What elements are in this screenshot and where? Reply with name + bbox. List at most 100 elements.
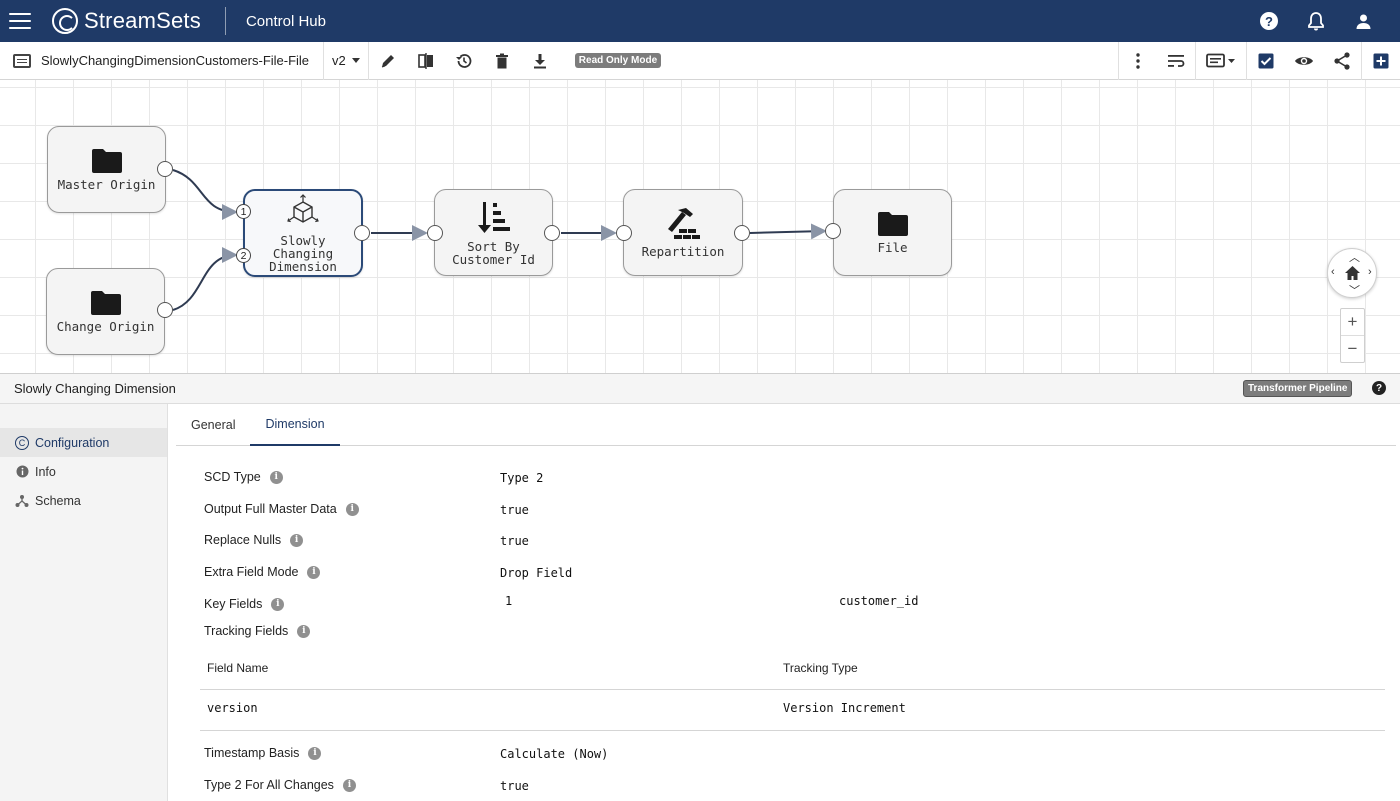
compare-icon[interactable] (407, 42, 445, 80)
info-icon[interactable]: i (271, 597, 285, 611)
field-value[interactable]: Calculate (Now) (500, 747, 608, 761)
version-select[interactable]: v2 (332, 53, 360, 68)
help-icon[interactable]: ? (1259, 11, 1279, 31)
key-field-value[interactable]: customer_id (839, 594, 918, 608)
stage-label: Master Origin (57, 177, 156, 192)
chevron-up-icon[interactable]: ︿ (1349, 249, 1360, 265)
field-value[interactable]: Type 2 (500, 471, 543, 485)
validate-icon[interactable] (1247, 42, 1285, 80)
field-value[interactable]: true (500, 503, 529, 517)
edit-icon[interactable] (369, 42, 407, 80)
input-port-1[interactable]: 1 (236, 204, 251, 219)
add-stage-icon[interactable] (1362, 42, 1400, 80)
output-port[interactable] (544, 225, 560, 241)
input-port-2[interactable]: 2 (236, 248, 251, 263)
field-label: Extra Field Mode (204, 565, 299, 579)
info-icon[interactable]: i (307, 565, 321, 579)
user-icon[interactable] (1353, 11, 1373, 31)
logo[interactable]: StreamSets (52, 8, 201, 34)
cube-icon (287, 193, 319, 223)
stage-master-origin[interactable]: Master Origin (47, 126, 166, 213)
output-port[interactable] (157, 302, 173, 318)
field-label: Tracking Fields (204, 624, 289, 638)
panel-title: Slowly Changing Dimension (14, 381, 176, 396)
field-scd-type: SCD Type i (204, 470, 283, 484)
tracking-field-name[interactable]: version (207, 701, 258, 715)
hammer-icon (668, 208, 700, 239)
stage-label: File (877, 240, 908, 255)
delete-icon[interactable] (483, 42, 521, 80)
info-icon[interactable]: i (297, 624, 311, 638)
field-value[interactable]: true (500, 534, 529, 548)
version-label: v2 (332, 53, 346, 68)
stage-sort-by-customer-id[interactable]: Sort By Customer Id (434, 189, 553, 276)
tracking-field-type[interactable]: Version Increment (783, 701, 906, 715)
info-icon[interactable]: i (345, 502, 359, 516)
chevron-down-icon (351, 58, 360, 63)
pipeline-type-badge: Transformer Pipeline (1243, 380, 1353, 397)
read-only-badge: Read Only Mode (574, 53, 662, 68)
chevron-down-icon[interactable]: ﹀ (1349, 282, 1360, 298)
more-icon[interactable] (1119, 42, 1157, 80)
field-key-fields: Key Fields i (204, 597, 285, 611)
home-icon[interactable] (1344, 265, 1361, 281)
stage-slowly-changing-dimension[interactable]: Slowly Changing Dimension (243, 189, 363, 277)
field-replace-nulls: Replace Nulls i (204, 533, 304, 547)
sidebar-item-label: Configuration (35, 435, 110, 450)
output-port[interactable] (734, 225, 750, 241)
chevron-left-icon[interactable]: ‹ (1331, 266, 1335, 278)
help-icon[interactable]: ? (1372, 381, 1386, 395)
pipeline-canvas[interactable]: Master Origin Change Origin Slowly Chang… (0, 80, 1400, 374)
bell-icon[interactable] (1306, 11, 1326, 31)
stage-file[interactable]: File (833, 189, 952, 276)
stage-repartition[interactable]: Repartition (623, 189, 743, 276)
info-icon[interactable]: i (342, 778, 356, 792)
field-label: Type 2 For All Changes (204, 778, 334, 792)
menu-icon[interactable] (9, 13, 31, 29)
history-icon[interactable] (445, 42, 483, 80)
sidebar-item-schema[interactable]: Schema (0, 486, 167, 515)
download-icon[interactable] (521, 42, 559, 80)
sort-icon (477, 201, 510, 233)
output-port[interactable] (354, 225, 370, 241)
column-header-field-name: Field Name (207, 661, 269, 675)
field-label: SCD Type (204, 470, 261, 484)
stage-change-origin[interactable]: Change Origin (46, 268, 165, 355)
tab-general[interactable]: General (176, 404, 250, 446)
input-port[interactable] (616, 225, 632, 241)
field-timestamp-basis: Timestamp Basis i (204, 746, 322, 760)
info-icon[interactable]: i (290, 533, 304, 547)
sidebar-item-info[interactable]: Info (0, 457, 167, 486)
schema-icon (15, 494, 29, 508)
zoom-out-button[interactable]: − (1341, 335, 1364, 362)
info-icon[interactable]: i (308, 746, 322, 760)
view-icon[interactable] (1285, 42, 1323, 80)
info-icon[interactable]: i (269, 470, 283, 484)
field-extra-field-mode: Extra Field Mode i (204, 565, 321, 579)
field-label: Key Fields (204, 597, 263, 611)
pan-control[interactable]: ︿ ‹ › ﹀ (1327, 248, 1377, 298)
input-port[interactable] (825, 223, 841, 239)
input-port[interactable] (427, 225, 443, 241)
streamsets-logo-icon (52, 8, 78, 34)
tab-dimension[interactable]: Dimension (250, 404, 340, 446)
stage-label: Change Origin (56, 319, 155, 334)
share-icon[interactable] (1323, 42, 1361, 80)
output-port[interactable] (157, 161, 173, 177)
folder-icon (91, 149, 122, 173)
info-icon (15, 465, 29, 479)
logo-text: StreamSets (84, 8, 201, 33)
preview-icon[interactable] (1196, 42, 1246, 80)
zoom-in-button[interactable]: + (1341, 309, 1364, 335)
config-icon: C (15, 435, 29, 450)
stage-panel-header: Slowly Changing Dimension Transformer Pi… (0, 374, 1400, 404)
sidebar-item-configuration[interactable]: C Configuration (0, 428, 167, 457)
stage-label: Sort By Customer Id (452, 238, 535, 267)
wrap-icon[interactable] (1157, 42, 1195, 80)
link-change-scd (172, 247, 238, 311)
chevron-right-icon[interactable]: › (1368, 266, 1372, 278)
stage-label: Repartition (641, 244, 725, 259)
field-value[interactable]: Drop Field (500, 566, 572, 580)
app-section-title: Control Hub (245, 12, 326, 30)
field-value[interactable]: true (500, 779, 529, 793)
